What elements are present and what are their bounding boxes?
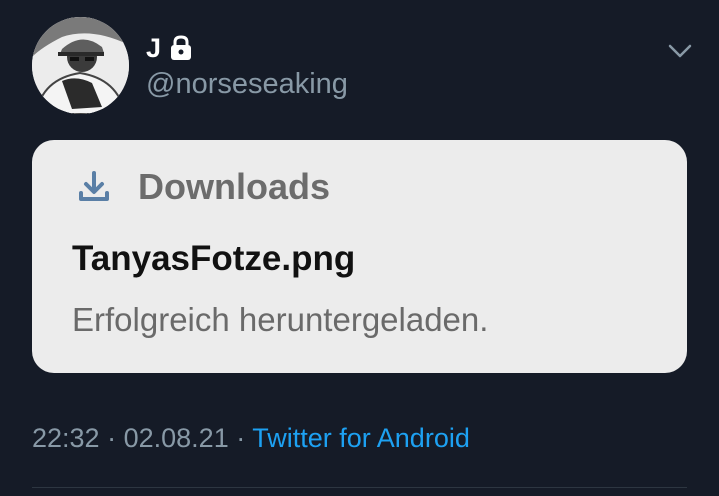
chevron-down-icon[interactable] <box>665 39 695 63</box>
divider <box>32 487 687 488</box>
tweet: J @norseseaking Downloads TanyasFotze.pn… <box>0 0 719 496</box>
avatar-image <box>32 17 129 114</box>
notification-app-name: Downloads <box>138 166 331 207</box>
tweet-meta: 22:32 · 02.08.21 · Twitter for Android <box>32 421 470 455</box>
notification-header: Downloads <box>76 167 330 207</box>
tweet-source-link[interactable]: Twitter for Android <box>252 423 470 453</box>
download-notification-card: Downloads TanyasFotze.png Erfolgreich he… <box>32 140 687 373</box>
tweet-date[interactable]: 02.08.21 <box>124 423 229 453</box>
download-icon <box>79 171 109 201</box>
display-name[interactable]: J <box>146 33 161 63</box>
name-row[interactable]: J <box>146 33 193 63</box>
notification-file-name: TanyasFotze.png <box>72 239 356 278</box>
user-handle[interactable]: @norseseaking <box>146 67 348 101</box>
meta-separator: · <box>107 423 117 453</box>
notification-status: Erfolgreich heruntergeladen. <box>72 301 489 338</box>
avatar[interactable] <box>32 17 129 114</box>
tweet-time[interactable]: 22:32 <box>32 423 100 453</box>
lock-icon <box>171 35 192 60</box>
meta-separator: · <box>236 423 246 453</box>
